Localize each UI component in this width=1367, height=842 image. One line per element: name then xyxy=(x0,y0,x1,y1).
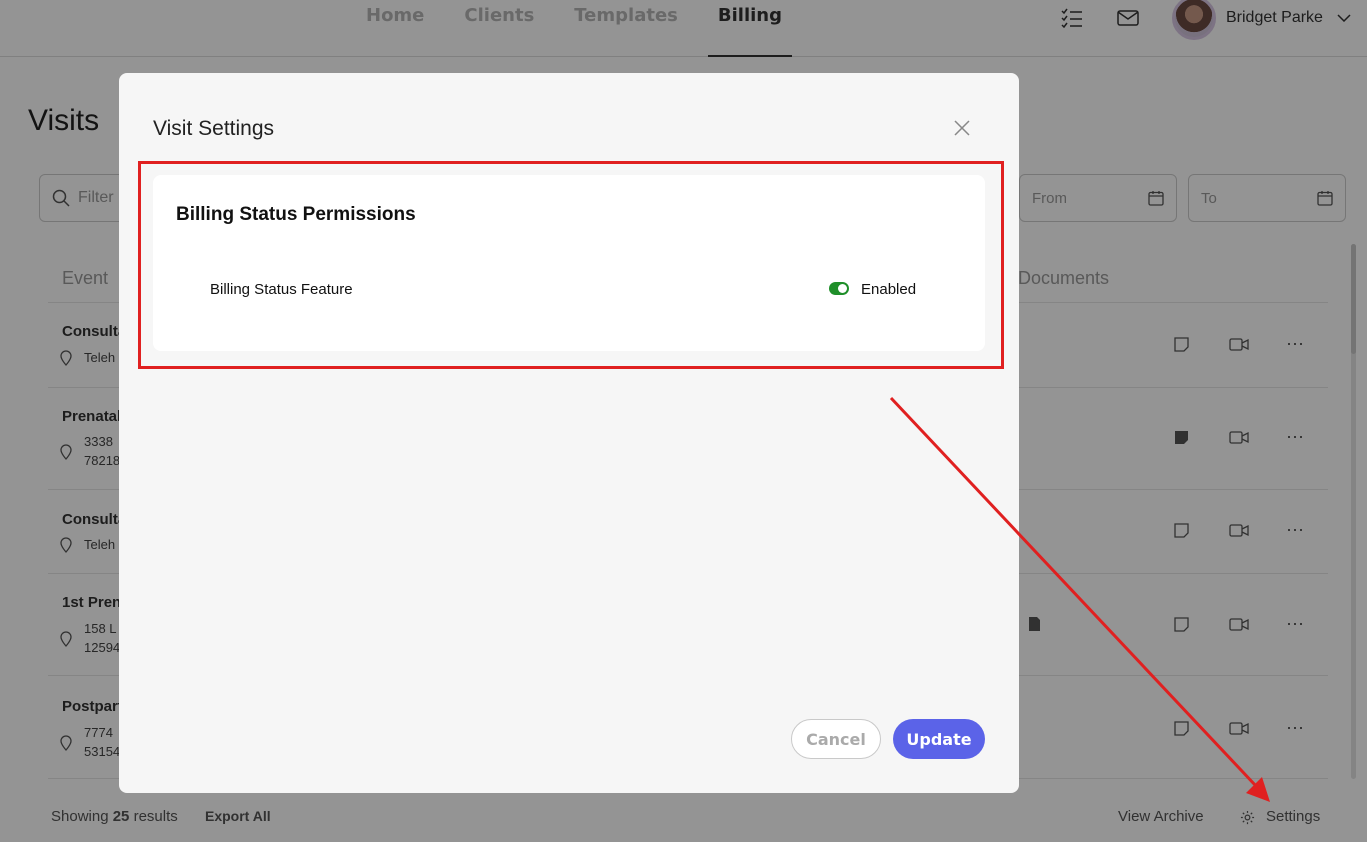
annotation-arrow xyxy=(889,396,1270,802)
